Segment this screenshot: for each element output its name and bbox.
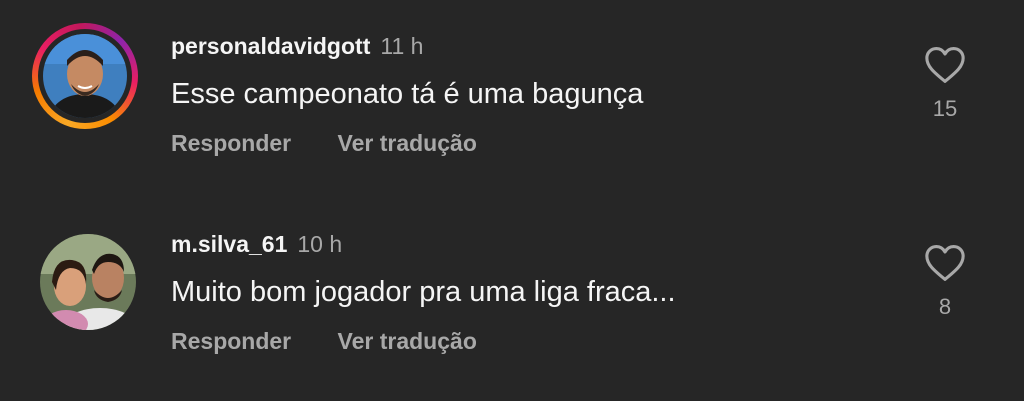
reply-button[interactable]: Responder: [171, 130, 291, 157]
avatar-photo: [43, 34, 127, 118]
comment-actions: Responder Ver tradução: [171, 130, 477, 157]
username-text[interactable]: m.silva_61: [171, 231, 287, 257]
comment-username[interactable]: m.silva_61 10 h: [171, 231, 342, 258]
avatar-story-ring[interactable]: [32, 23, 138, 129]
comment-item: personaldavidgott 11 h Esse campeonato tá…: [0, 0, 1024, 180]
avatar-photo: [40, 234, 136, 330]
comment-text: Muito bom jogador pra uma liga fraca...: [171, 276, 676, 308]
comment-text: Esse campeonato tá é uma bagunça: [171, 78, 644, 110]
username-text[interactable]: personaldavidgott: [171, 33, 370, 59]
see-translation-button[interactable]: Ver tradução: [338, 328, 477, 355]
reply-button[interactable]: Responder: [171, 328, 291, 355]
comment-username[interactable]: personaldavidgott 11 h: [171, 33, 423, 60]
avatar[interactable]: [43, 34, 127, 118]
like-count: 15: [932, 96, 958, 121]
avatar-container[interactable]: [40, 234, 136, 330]
like-button[interactable]: 8: [918, 244, 972, 320]
comment-timestamp: 11 h: [380, 33, 424, 59]
heart-icon[interactable]: [924, 244, 966, 282]
like-count: 8: [938, 294, 952, 319]
comment-actions: Responder Ver tradução: [171, 328, 477, 355]
heart-icon[interactable]: [924, 46, 966, 84]
avatar[interactable]: [40, 234, 136, 330]
comment-item: m.silva_61 10 h Muito bom jogador pra uma…: [0, 198, 1024, 378]
see-translation-button[interactable]: Ver tradução: [338, 130, 477, 157]
comment-timestamp: 10 h: [297, 231, 343, 257]
like-button[interactable]: 15: [918, 46, 972, 122]
